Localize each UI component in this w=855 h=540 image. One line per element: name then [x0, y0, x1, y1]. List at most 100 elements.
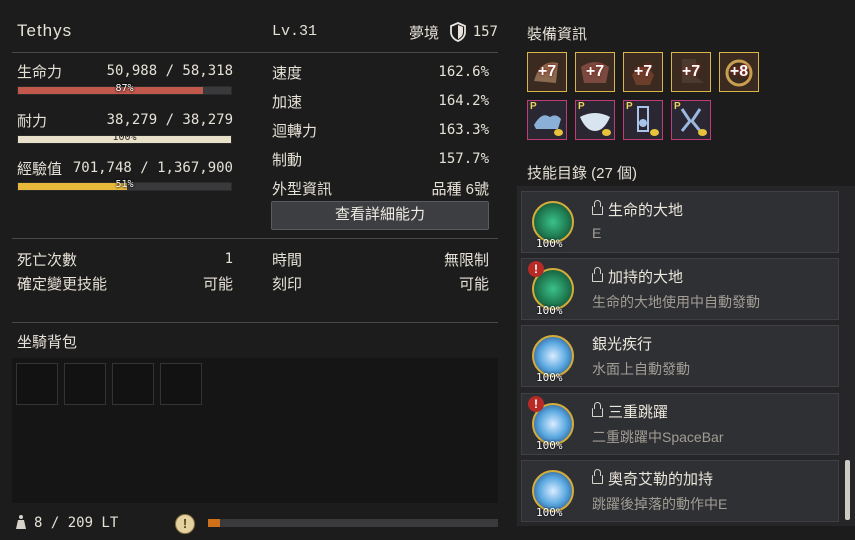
pearl-mark: P [674, 101, 681, 112]
skill-item[interactable]: ! 100% 加持的大地 生命的大地使用中自動發動 [521, 258, 839, 320]
engrave-label: 刻印 [272, 276, 303, 293]
skill-name: 加持的大地 [592, 266, 683, 287]
hp-percent: 87% [115, 83, 134, 94]
vital-value: 701,748 / 1,367,900 [72, 160, 233, 176]
skill-name: 銀光疾行 [592, 336, 653, 353]
enhance-level: +7 [681, 63, 701, 80]
lock-icon [592, 200, 603, 215]
stat-value-acceleration: 164.2% [438, 93, 489, 109]
bag-slot[interactable] [112, 363, 154, 405]
skill-desc: 生命的大地使用中自動發動 [592, 294, 760, 310]
stat-value-speed: 162.6% [438, 64, 489, 80]
skill-change-label: 確定變更技能 [17, 276, 108, 293]
skills-title: 技能目錄 (27 個) [527, 165, 638, 182]
lock-icon [592, 402, 603, 417]
pearl-slot-horse-saddle[interactable]: P [623, 100, 663, 140]
pearl-slot-horse-armor[interactable]: P [527, 100, 567, 140]
engrave-value: 可能 [458, 276, 489, 293]
pearl-mark: P [578, 101, 585, 112]
death-count-label: 死亡次數 [17, 252, 78, 269]
exp-percent: 51% [115, 179, 134, 190]
skill-name-text: 三重跳躍 [608, 404, 669, 421]
warning-icon[interactable]: ! [175, 514, 195, 534]
equip-slot-armor[interactable]: +7 [575, 52, 615, 92]
skill-item[interactable]: 100% 生命的大地 E [521, 191, 839, 253]
stat-label-turning: 迴轉力 [272, 123, 318, 140]
skill-change-value: 可能 [202, 276, 233, 293]
stat-value-turning: 163.3% [438, 122, 489, 138]
bag-title: 坐騎背包 [17, 334, 78, 351]
coin-icon [602, 129, 611, 136]
skill-desc: 跳躍後掉落的動作中E [592, 496, 728, 512]
mid-divider [12, 238, 498, 239]
stat-label-appearance: 外型資訊 [272, 181, 333, 198]
skill-percent: 100% [536, 506, 563, 519]
skill-name-text: 加持的大地 [608, 269, 684, 286]
skill-scrollbar[interactable] [845, 460, 850, 520]
pearl-slot-horse-horseshoe[interactable]: P [671, 100, 711, 140]
realm-label: 夢境 [409, 25, 440, 42]
character-name: Tethys [17, 21, 73, 40]
vital-label: 生命力 [17, 64, 63, 81]
bag-slot[interactable] [16, 363, 58, 405]
character-level: Lv.31 [272, 23, 318, 40]
shield-icon [450, 22, 466, 42]
pearl-mark: P [530, 101, 537, 112]
bag-slot[interactable] [160, 363, 202, 405]
stat-label-acceleration: 加速 [272, 94, 303, 111]
skill-name: 三重跳躍 [592, 401, 668, 422]
skill-percent: 100% [536, 237, 563, 250]
stat-value-appearance: 品種 6號 [431, 181, 489, 198]
enhance-level: +7 [585, 63, 605, 80]
enhance-level: +7 [633, 63, 653, 80]
bag-weight: 8 / 209 LT [34, 515, 119, 531]
warning-icon: ! [528, 396, 544, 412]
coin-icon [698, 129, 707, 136]
weight-bar-fill [208, 519, 220, 527]
lock-icon [592, 267, 603, 282]
skill-desc: E [592, 225, 602, 241]
lock-icon [592, 469, 603, 484]
enhance-level: +8 [729, 63, 749, 80]
hp-bar: 87% [17, 83, 232, 95]
pearl-mark: P [626, 101, 633, 112]
coin-icon [554, 129, 563, 136]
skill-name-text: 奧奇艾勒的加持 [608, 471, 714, 488]
skill-item[interactable]: 100% 銀光疾行 水面上自動發動 [521, 325, 839, 387]
time-value: 無限制 [443, 252, 489, 269]
stamina-percent: 100% [112, 132, 137, 143]
equipment-title: 裝備資訊 [527, 26, 588, 43]
stat-label-brake: 制動 [272, 152, 303, 169]
view-detail-stats-button[interactable]: 查看詳細能力 [271, 201, 489, 230]
warning-icon: ! [528, 261, 544, 277]
enhance-level: +7 [537, 63, 557, 80]
death-count-value: 1 [224, 251, 233, 267]
skill-desc: 二重跳躍中SpaceBar [592, 429, 724, 445]
pearl-slot-horse-barding[interactable]: P [575, 100, 615, 140]
skill-desc: 水面上自動發動 [592, 361, 690, 377]
stamina-bar: 100% [17, 132, 232, 144]
shield-value: 157 [472, 24, 498, 40]
equip-slot-shoes[interactable]: +7 [671, 52, 711, 92]
vital-label: 經驗值 [17, 161, 63, 178]
equip-slot-saddle[interactable]: +7 [623, 52, 663, 92]
coin-icon [650, 129, 659, 136]
weight-bar [208, 519, 498, 527]
equip-slot-tack[interactable]: +7 [527, 52, 567, 92]
bag-grid [12, 358, 498, 503]
skill-item[interactable]: ! 100% 三重跳躍 二重跳躍中SpaceBar [521, 393, 839, 455]
skill-item[interactable]: 100% 奧奇艾勒的加持 跳躍後掉落的動作中E [521, 460, 839, 522]
skill-name: 生命的大地 [592, 199, 683, 220]
equip-slot-stirrup[interactable]: +8 [719, 52, 759, 92]
skill-name: 奧奇艾勒的加持 [592, 468, 713, 489]
vital-value: 38,279 / 38,279 [106, 112, 233, 128]
stat-value-brake: 157.7% [438, 151, 489, 167]
exp-bar: 51% [17, 179, 232, 191]
bag-slot[interactable] [64, 363, 106, 405]
time-label: 時間 [272, 252, 303, 269]
vital-label: 耐力 [17, 113, 48, 130]
weight-icon [16, 515, 26, 529]
skill-percent: 100% [536, 371, 563, 384]
header-divider [12, 52, 498, 53]
skill-name-text: 生命的大地 [608, 202, 684, 219]
